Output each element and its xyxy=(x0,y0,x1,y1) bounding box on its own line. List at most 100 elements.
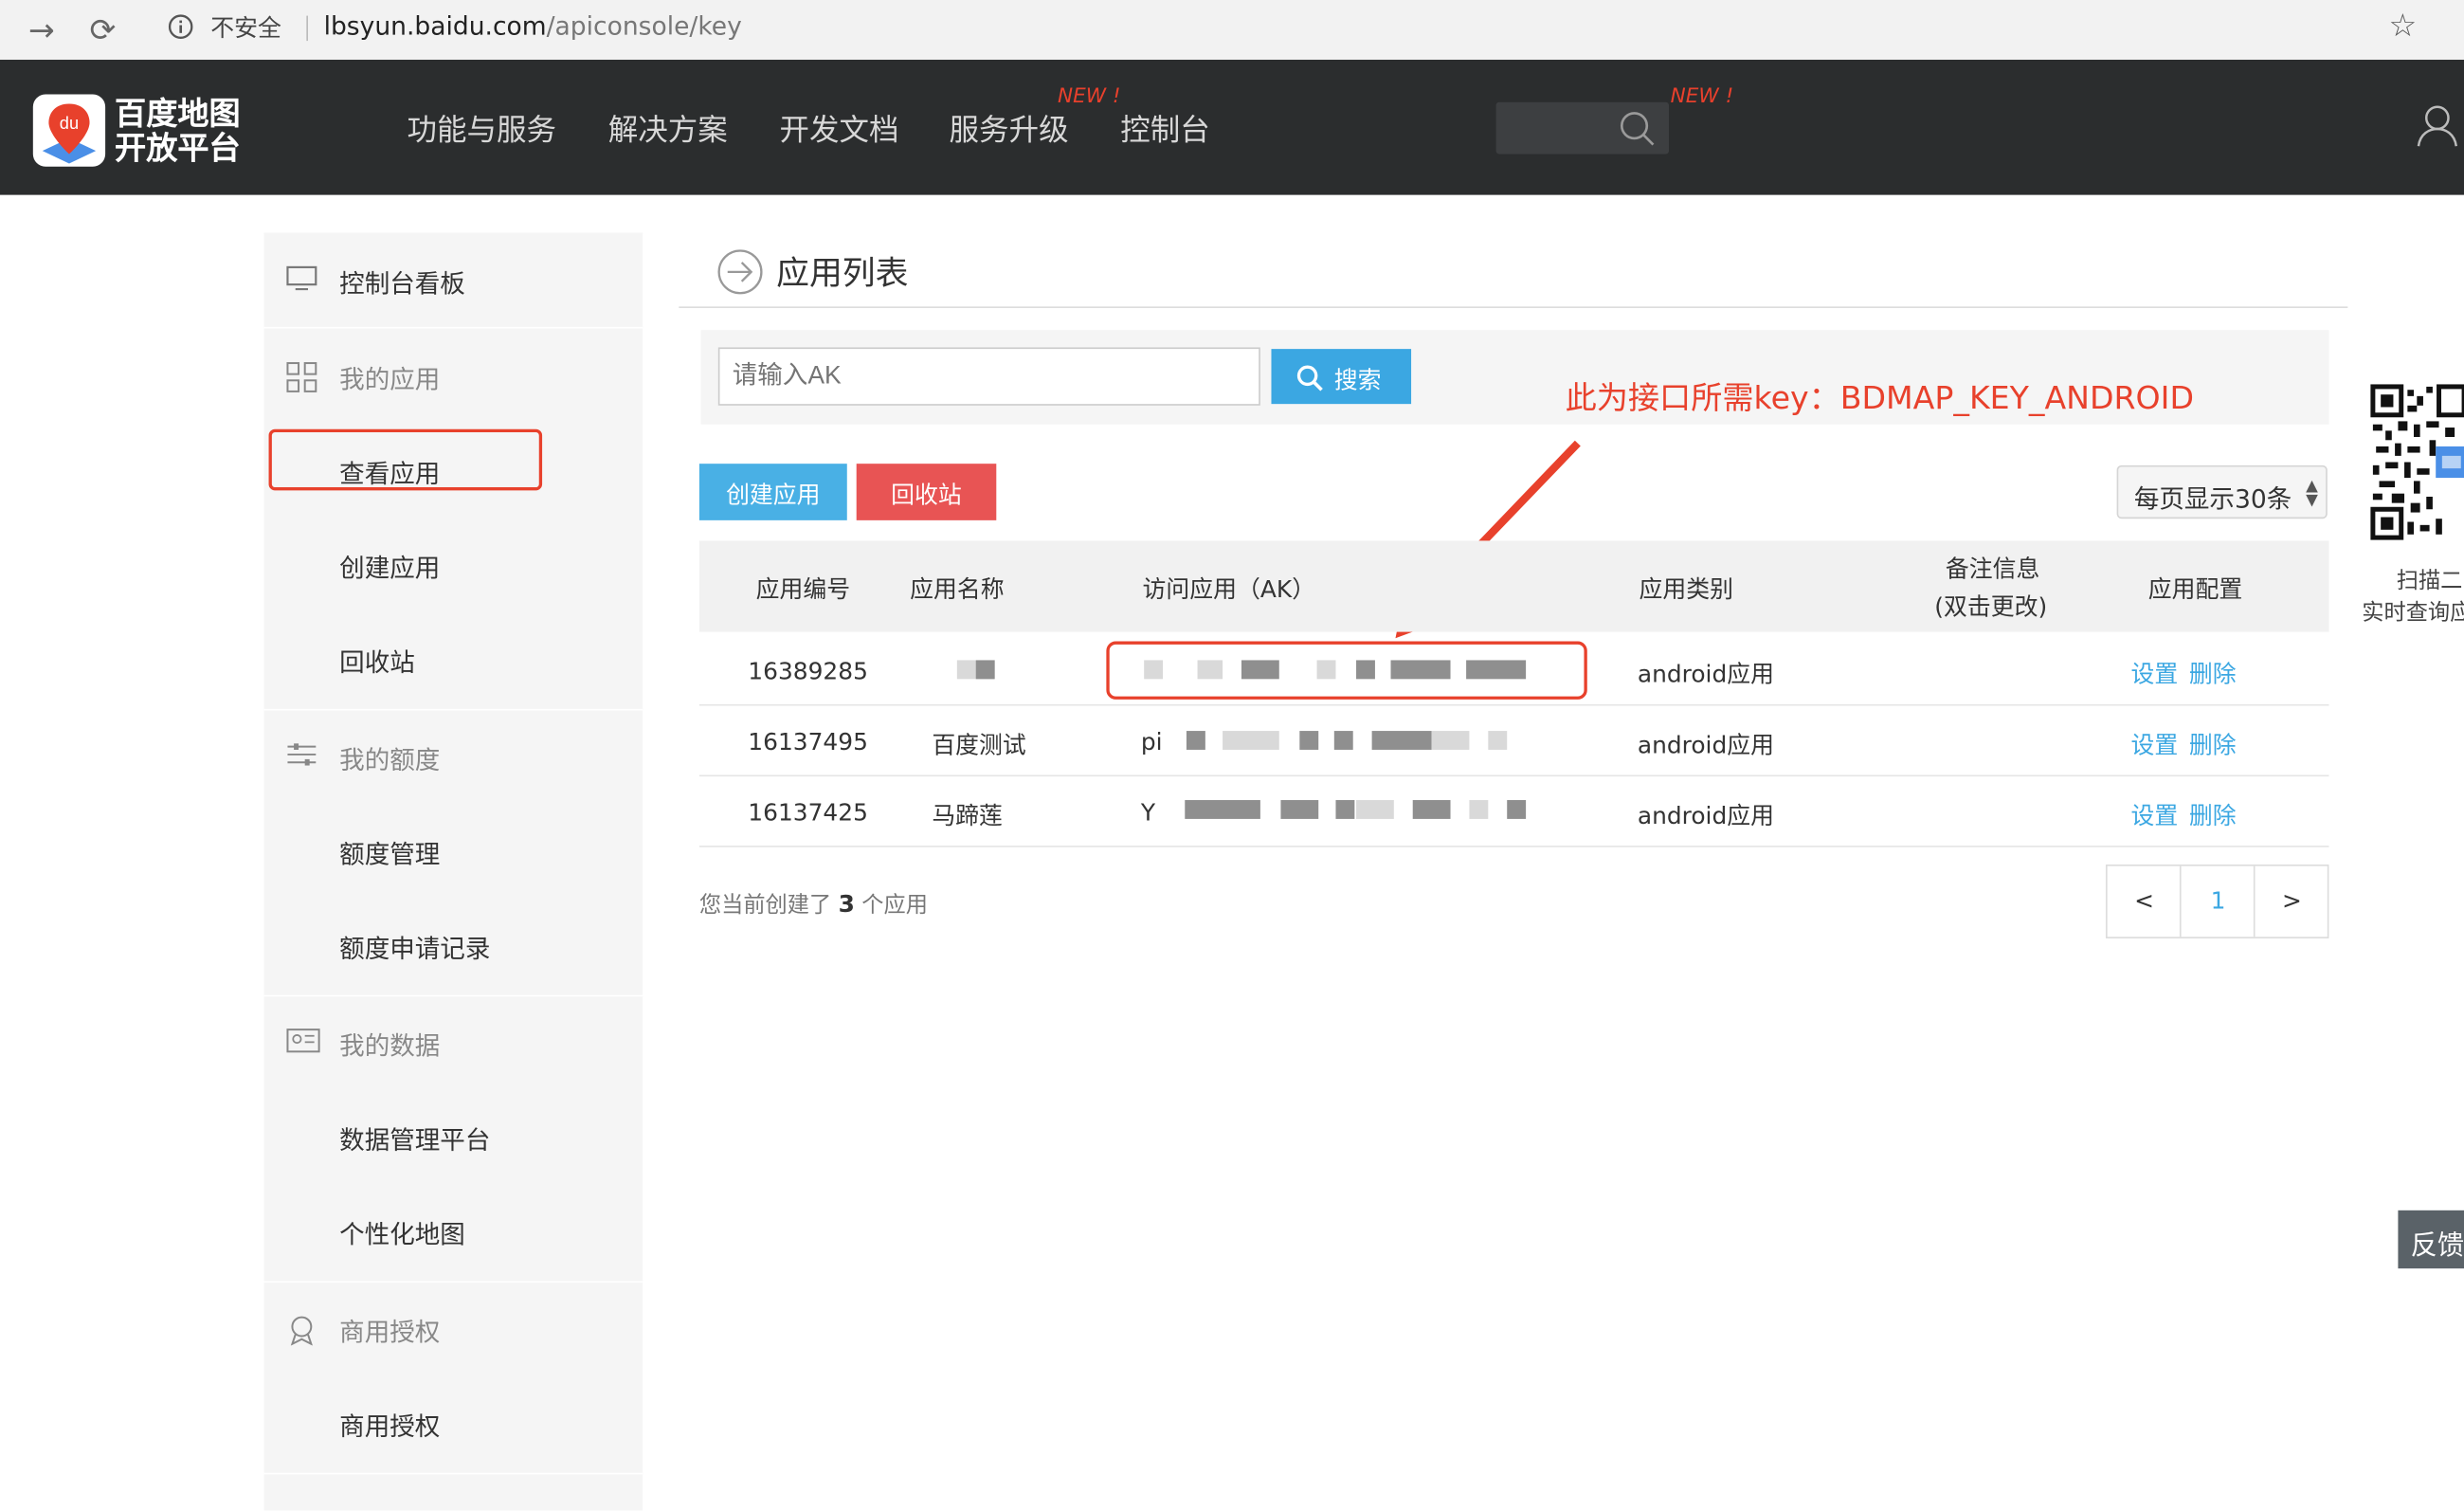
th-ak: 访问应用（AK） xyxy=(1142,574,1316,604)
delete-link[interactable]: 删除 xyxy=(2189,657,2237,690)
address-bar[interactable]: 不安全 lbsyun.baidu.com/apiconsole/key ☆ xyxy=(144,1,2464,52)
app-count-text: 您当前创建了 3 个应用 xyxy=(698,889,928,919)
table-row: 16137495 百度测试 pi android应用 设置 删除 xyxy=(698,706,2329,777)
sidebar-group-label-data: 我的数据 xyxy=(339,1030,441,1062)
sidebar-label-create-app: 创建应用 xyxy=(339,553,441,584)
th-config: 应用配置 xyxy=(2147,574,2243,604)
forward-icon[interactable]: → xyxy=(28,11,55,49)
logo-text[interactable]: 百度地图 开放平台 xyxy=(115,96,241,165)
pagination: < 1 > xyxy=(2105,865,2329,938)
sidebar-item-custom-map[interactable]: 个性化地图 xyxy=(264,1184,643,1278)
table-header: 应用编号 应用名称 访问应用（AK） 应用类别 备注信息 (双击更改) 应用配置 xyxy=(698,540,2329,632)
cell-category: android应用 xyxy=(1637,801,1775,830)
new-badge-upgrade: NEW ! xyxy=(1057,84,1121,109)
user-icon[interactable] xyxy=(2417,103,2458,147)
nav-console[interactable]: 控制台 xyxy=(1120,107,1210,150)
nav-solutions[interactable]: 解决方案 xyxy=(608,107,728,150)
annotation-text: 此为接口所需key：BDMAP_KEY_ANDROID xyxy=(1565,378,2194,417)
url-text[interactable]: lbsyun.baidu.com/apiconsole/key xyxy=(324,11,742,42)
redacted-ak xyxy=(1371,731,1432,750)
redacted-ak xyxy=(1335,800,1355,819)
sliders-icon xyxy=(287,743,317,766)
delete-link[interactable]: 删除 xyxy=(2189,728,2237,761)
reload-icon[interactable]: ⟳ xyxy=(90,11,117,49)
nav-features[interactable]: 功能与服务 xyxy=(407,107,556,150)
grid-icon xyxy=(286,362,317,392)
ak-highlight-box xyxy=(1106,641,1587,700)
sidebar-group-data: 我的数据 xyxy=(264,995,643,1089)
sidebar-item-commercial[interactable]: 商用授权 xyxy=(264,1375,643,1469)
sidebar-item-dashboard[interactable]: 控制台看板 xyxy=(264,232,643,326)
per-page-select[interactable]: 每页显示30条 ▲ ▼ xyxy=(2116,464,2328,519)
sidebar-item-create-app[interactable]: 创建应用 xyxy=(264,518,643,611)
nav-upgrade[interactable]: 服务升级 xyxy=(950,107,1069,150)
table-row: 16137425 马蹄莲 Y android应用 设置 删除 xyxy=(698,776,2329,847)
app-count-value: 3 xyxy=(838,889,855,919)
sidebar-item-quota-records[interactable]: 额度申请记录 xyxy=(264,898,643,992)
baidu-map-logo[interactable]: du xyxy=(32,94,106,167)
redacted-ak xyxy=(1469,800,1489,819)
redacted-ak xyxy=(1299,731,1319,750)
redacted-ak xyxy=(1488,731,1508,750)
redacted-ak xyxy=(1223,731,1279,750)
sidebar-label-commercial: 商用授权 xyxy=(339,1411,441,1442)
map-pin-icon: du xyxy=(42,103,97,164)
search-icon[interactable] xyxy=(1619,110,1657,148)
sidebar-group-commercial: 商用授权 xyxy=(264,1281,643,1374)
page-1-button[interactable]: 1 xyxy=(2182,866,2256,938)
delete-link[interactable]: 删除 xyxy=(2189,798,2237,831)
qr-code-image xyxy=(2369,383,2464,551)
sidebar-label-dashboard: 控制台看板 xyxy=(339,268,465,300)
site-header: du 百度地图 开放平台 功能与服务 解决方案 开发文档 服务升级 控制台 NE… xyxy=(0,60,2464,195)
cell-app-id: 16389285 xyxy=(748,657,868,685)
title-divider xyxy=(679,306,2348,309)
redacted-ak xyxy=(1507,800,1527,819)
sidebar-label-quota-records: 额度申请记录 xyxy=(339,933,491,964)
cell-app-name: 百度测试 xyxy=(932,731,1026,759)
page-title: 应用列表 xyxy=(776,254,909,293)
sidebar-group-quota: 我的额度 xyxy=(264,709,643,803)
bookmark-star-icon[interactable]: ☆ xyxy=(2388,7,2417,45)
th-category: 应用类别 xyxy=(1639,574,1734,604)
info-icon[interactable] xyxy=(168,14,193,40)
sidebar-item-quota-manage[interactable]: 额度管理 xyxy=(264,803,643,897)
sidebar-label-recycle: 回收站 xyxy=(339,647,415,678)
nav-docs[interactable]: 开发文档 xyxy=(779,107,898,150)
cell-ak-prefix[interactable]: Y xyxy=(1141,798,1155,827)
redacted-ak xyxy=(1280,800,1319,819)
sidebar-group-label-apps: 我的应用 xyxy=(339,364,441,395)
redacted-ak xyxy=(1333,731,1353,750)
th-app-id: 应用编号 xyxy=(755,574,851,604)
header-search-box[interactable] xyxy=(1495,101,1670,155)
monitor-icon xyxy=(286,265,317,291)
select-arrows-icon: ▲ ▼ xyxy=(2306,478,2318,510)
feedback-button[interactable]: 反馈 xyxy=(2398,1210,2464,1269)
create-app-button[interactable]: 创建应用 xyxy=(698,464,847,520)
sidebar-group-label-commercial: 商用授权 xyxy=(339,1317,441,1348)
ak-search-input[interactable] xyxy=(717,347,1260,406)
cell-app-name: 马蹄莲 xyxy=(932,801,1003,830)
insecure-label: 不安全 xyxy=(210,13,281,43)
sidebar-group-my-apps: 我的应用 xyxy=(264,329,643,423)
cell-ak-prefix[interactable]: pi xyxy=(1141,728,1163,756)
redacted-ak xyxy=(1186,731,1205,750)
th-remark-hint: (双击更改) xyxy=(1934,592,2048,621)
redacted-name xyxy=(975,660,995,680)
view-apps-highlight-box xyxy=(268,428,543,491)
cell-app-id: 16137425 xyxy=(748,798,868,828)
new-badge-search: NEW ! xyxy=(1670,84,1734,109)
recycle-bin-button[interactable]: 回收站 xyxy=(856,464,997,520)
sidebar-item-recycle[interactable]: 回收站 xyxy=(264,611,643,705)
sidebar-label-data-platform: 数据管理平台 xyxy=(339,1125,491,1156)
settings-link[interactable]: 设置 xyxy=(2131,657,2179,690)
address-divider xyxy=(306,15,309,42)
next-page-button[interactable]: > xyxy=(2256,866,2329,938)
settings-link[interactable]: 设置 xyxy=(2131,728,2179,761)
prev-page-button[interactable]: < xyxy=(2108,866,2182,938)
settings-link[interactable]: 设置 xyxy=(2131,798,2179,831)
search-button[interactable]: 搜索 xyxy=(1271,349,1412,405)
redacted-ak xyxy=(1356,800,1394,819)
redacted-ak xyxy=(1431,731,1470,750)
arrow-circle-icon xyxy=(717,249,763,295)
sidebar-item-data-platform[interactable]: 数据管理平台 xyxy=(264,1089,643,1183)
